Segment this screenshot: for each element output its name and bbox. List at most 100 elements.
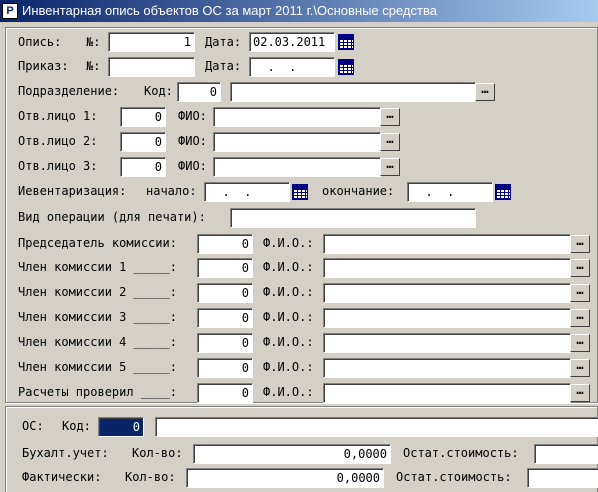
commission-member2-ellipsis-button[interactable]: …: [570, 284, 590, 302]
os-label: ОС:: [22, 419, 44, 433]
ellipsis-icon: …: [576, 234, 584, 248]
inventory-start-input[interactable]: . .: [204, 182, 290, 202]
commission-member4-kod-input[interactable]: 0: [197, 333, 253, 353]
commission-member5-kod-input[interactable]: 0: [197, 358, 253, 378]
opis-date-input[interactable]: 02.03.2011: [249, 32, 335, 52]
opis-number-input[interactable]: 1: [108, 32, 195, 52]
fact-rest-input[interactable]: [527, 468, 598, 488]
fact-qty-label: Кол-во:: [125, 470, 176, 484]
commission-member1-ellipsis-button[interactable]: …: [570, 259, 590, 277]
os-kod-label: Код:: [62, 419, 91, 433]
commission-member5-fio-label: Ф.И.О.:: [263, 360, 314, 374]
opis-no-label: №:: [86, 35, 101, 49]
commission-chair-fio-label: Ф.И.О.:: [263, 236, 314, 250]
commission-member5-label: Член комиссии 5 _____:: [18, 360, 177, 374]
ellipsis-icon: …: [386, 107, 394, 121]
podr-name-input[interactable]: [230, 82, 476, 102]
resp1-fio-label: ФИО:: [178, 109, 207, 123]
commission-member4-fio-input[interactable]: [323, 333, 571, 353]
inventory-start-label: начало:: [146, 184, 197, 198]
window-title: Инвентарная опись объектов ОС за март 20…: [22, 3, 437, 18]
operation-label: Вид операции (для печати):: [18, 210, 206, 224]
commission-member5-ellipsis-button[interactable]: …: [570, 359, 590, 377]
commission-member2-fio-input[interactable]: [323, 283, 571, 303]
commission-member2-fio-label: Ф.И.О.:: [263, 285, 314, 299]
commission-member3-kod-input[interactable]: 0: [197, 308, 253, 328]
checked-by-kod-input[interactable]: 0: [197, 383, 253, 403]
checked-by-fio-input[interactable]: [323, 383, 571, 403]
resp1-label: Отв.лицо 1:: [18, 109, 98, 123]
checked-by-ellipsis-button[interactable]: …: [570, 384, 590, 402]
prikaz-label: Приказ:: [18, 59, 69, 73]
calendar-icon[interactable]: [494, 183, 512, 201]
commission-member3-ellipsis-button[interactable]: …: [570, 309, 590, 327]
commission-member2-kod-input[interactable]: 0: [197, 283, 253, 303]
commission-chair-fio-input[interactable]: [323, 234, 571, 254]
buh-rest-input[interactable]: [534, 444, 598, 464]
calendar-icon[interactable]: [337, 33, 355, 51]
ellipsis-icon: …: [576, 383, 584, 397]
resp2-fio-input[interactable]: [213, 132, 381, 152]
buh-rest-label: Остат.стоимость:: [403, 446, 519, 460]
app-icon: Р: [2, 3, 18, 19]
inventory-label: Иевентаризация:: [18, 184, 127, 198]
resp1-fio-input[interactable]: [213, 107, 381, 127]
opis-label: Опись:: [18, 35, 62, 49]
buh-qty-input[interactable]: 0,0000: [193, 444, 391, 464]
ellipsis-icon: …: [576, 358, 584, 372]
inventory-end-input[interactable]: . .: [407, 182, 493, 202]
prikaz-date-label: Дата:: [205, 59, 242, 73]
checked-by-fio-label: Ф.И.О.:: [263, 385, 314, 399]
resp2-ellipsis-button[interactable]: …: [380, 133, 400, 151]
podr-kod-label: Код:: [144, 84, 173, 98]
commission-member3-label: Член комиссии 3 _____:: [18, 310, 177, 324]
commission-chair-kod-input[interactable]: 0: [197, 234, 253, 254]
checked-by-label: Расчеты проверил ____:: [18, 385, 177, 399]
resp3-kod-input[interactable]: 0: [120, 157, 166, 177]
ellipsis-icon: …: [481, 82, 489, 96]
resp3-fio-input[interactable]: [213, 157, 381, 177]
calendar-icon[interactable]: [337, 58, 355, 76]
prikaz-no-label: №:: [86, 59, 101, 73]
podr-ellipsis-button[interactable]: …: [475, 83, 495, 101]
commission-chair-label: Председатель комиссии:: [18, 236, 177, 250]
commission-member1-fio-input[interactable]: [323, 258, 571, 278]
podr-kod-input[interactable]: 0: [177, 82, 221, 102]
resp2-fio-label: ФИО:: [178, 134, 207, 148]
operation-input[interactable]: [230, 208, 476, 228]
resp3-label: Отв.лицо 3:: [18, 159, 98, 173]
commission-member3-fio-input[interactable]: [323, 308, 571, 328]
resp3-ellipsis-button[interactable]: …: [380, 158, 400, 176]
resp2-kod-input[interactable]: 0: [120, 132, 166, 152]
commission-member4-label: Член комиссии 4 _____:: [18, 335, 177, 349]
commission-member2-label: Член комиссии 2 _____:: [18, 285, 177, 299]
commission-member1-kod-input[interactable]: 0: [197, 258, 253, 278]
commission-chair-ellipsis-button[interactable]: …: [570, 235, 590, 253]
os-kod-input[interactable]: 0: [98, 417, 144, 437]
prikaz-date-input[interactable]: . .: [249, 57, 335, 77]
ellipsis-icon: …: [576, 333, 584, 347]
ellipsis-icon: …: [576, 308, 584, 322]
ellipsis-icon: …: [576, 283, 584, 297]
commission-member1-fio-label: Ф.И.О.:: [263, 260, 314, 274]
commission-member5-fio-input[interactable]: [323, 358, 571, 378]
fact-label: Фактически:: [22, 470, 102, 484]
ellipsis-icon: …: [576, 258, 584, 272]
commission-member4-ellipsis-button[interactable]: …: [570, 334, 590, 352]
ellipsis-icon: …: [386, 132, 394, 146]
fact-rest-label: Остат.стоимость:: [396, 470, 512, 484]
inventory-end-label: окончание:: [322, 184, 395, 198]
buh-label: Бухалт.учет:: [22, 446, 109, 460]
resp1-kod-input[interactable]: 0: [120, 107, 166, 127]
calendar-icon[interactable]: [291, 183, 309, 201]
resp1-ellipsis-button[interactable]: …: [380, 108, 400, 126]
commission-member4-fio-label: Ф.И.О.:: [263, 335, 314, 349]
title-bar: Р Инвентарная опись объектов ОС за март …: [0, 0, 598, 22]
os-name-input[interactable]: [155, 417, 598, 437]
buh-qty-label: Кол-во:: [132, 446, 183, 460]
commission-member1-label: Член комиссии 1 _____:: [18, 260, 177, 274]
fact-qty-input[interactable]: 0,0000: [186, 468, 384, 488]
commission-member3-fio-label: Ф.И.О.:: [263, 310, 314, 324]
resp2-label: Отв.лицо 2:: [18, 134, 98, 148]
prikaz-number-input[interactable]: [108, 57, 195, 77]
